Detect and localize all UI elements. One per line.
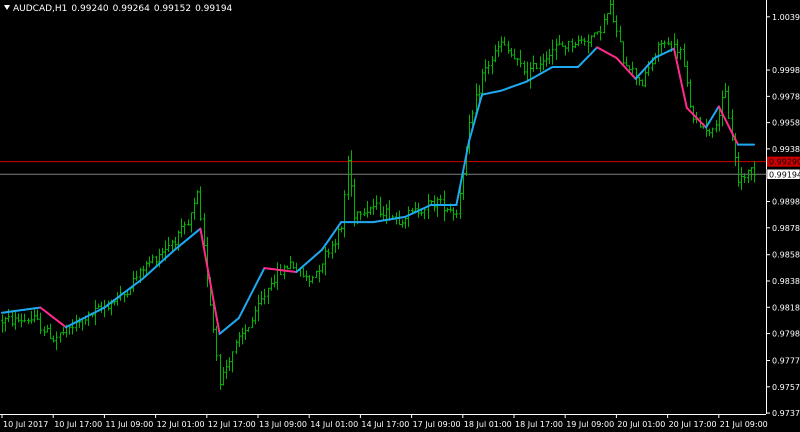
price-tick-label: 1.00392 [772, 13, 800, 22]
time-tick-label: 18 Jul 01:00 [464, 420, 512, 429]
time-tick-label: 10 Jul 2017 [3, 420, 48, 429]
dropdown-triangle-icon[interactable] [4, 5, 10, 10]
time-tick-label: 20 Jul 01:00 [617, 420, 665, 429]
time-tick-label: 20 Jul 17:00 [669, 420, 717, 429]
time-tick-label: 13 Jul 09:00 [259, 420, 307, 429]
time-tick-label: 17 Jul 09:00 [413, 420, 461, 429]
symbol-label: AUDCAD,H1 [13, 4, 68, 14]
time-tick-label: 18 Jul 17:00 [515, 420, 563, 429]
time-tick-label: 12 Jul 17:00 [208, 420, 256, 429]
time-tick-label: 12 Jul 01:00 [157, 420, 205, 429]
price-tick-label: 0.99787 [772, 92, 800, 101]
price-tick-label: 0.98582 [772, 251, 800, 260]
time-tick-label: 14 Jul 17:00 [361, 420, 409, 429]
price-tick-label: 0.97982 [772, 330, 800, 339]
time-tick-label: 11 Jul 09:00 [105, 420, 153, 429]
open-value: 0.99240 [71, 4, 109, 14]
price-tick-label: 0.99587 [772, 119, 800, 128]
red-price-tag-label: 0.99290 [769, 158, 800, 167]
price-tick-label: 0.99387 [772, 145, 800, 154]
time-tick-label: 10 Jul 17:00 [54, 420, 102, 429]
price-tick-label: 0.99987 [772, 66, 800, 75]
price-tick-label: 0.98787 [772, 224, 800, 233]
price-tick-label: 0.97777 [772, 357, 800, 366]
chart-header: AUDCAD,H1 0.99240 0.99264 0.99152 0.99194 [4, 4, 236, 14]
price-tick-label: 0.97577 [772, 383, 800, 392]
price-chart[interactable]: 1.00392 0.99987 0.99787 0.99587 0.99387 0.991… [0, 0, 800, 432]
time-tick-label: 21 Jul 09:00 [720, 420, 768, 429]
bid-price-tag-label: 0.99194 [769, 170, 800, 179]
price-tick-label: 0.98382 [772, 277, 800, 286]
price-tick-label: 0.98182 [772, 303, 800, 312]
time-tick-label: 14 Jul 01:00 [310, 420, 358, 429]
low-value: 0.99152 [153, 4, 192, 14]
close-value: 0.99194 [195, 4, 233, 14]
price-tick-label: 0.98987 [772, 197, 800, 206]
high-value: 0.99264 [112, 4, 150, 14]
time-tick-label: 19 Jul 09:00 [566, 420, 614, 429]
price-tick-label: 0.97377 [772, 409, 800, 418]
